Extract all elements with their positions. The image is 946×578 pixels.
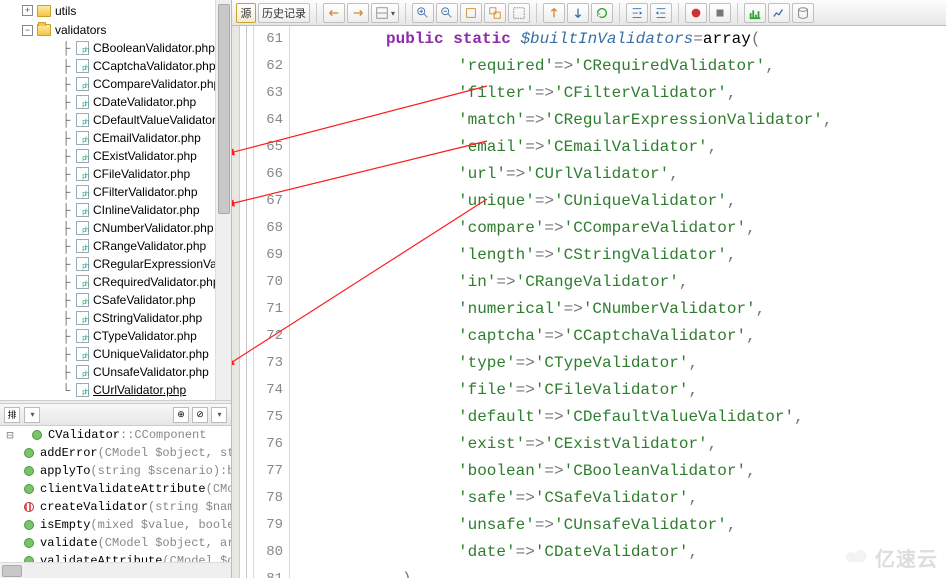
select-icon[interactable] — [508, 3, 530, 23]
tree-file[interactable]: ├CRequiredValidator.php — [0, 273, 231, 291]
option-btn-1[interactable]: ⊕ — [173, 407, 189, 423]
line-gutter: 6162636465666768697071727374757677787980… — [254, 26, 290, 578]
outline-hscrollbar[interactable] — [0, 562, 231, 578]
watermark: 亿速云 — [843, 543, 938, 572]
history-tab[interactable]: 历史记录 — [258, 3, 310, 23]
refresh-icon[interactable] — [591, 3, 613, 23]
option-btn-2[interactable]: ⊘ — [192, 407, 208, 423]
dropdown-button[interactable] — [24, 407, 40, 423]
outline-class[interactable]: ⊟ CValidator::CComponent — [0, 426, 231, 444]
tree-file[interactable]: ├CEmailValidator.php — [0, 129, 231, 147]
tree-file[interactable]: ├CExistValidator.php — [0, 147, 231, 165]
outline-panel[interactable]: ⊟ CValidator::CComponent addError(CModel… — [0, 426, 231, 578]
tree-file[interactable]: ├CRangeValidator.php — [0, 237, 231, 255]
record-icon[interactable] — [685, 3, 707, 23]
up-icon[interactable] — [543, 3, 565, 23]
outline-method[interactable]: createValidator(string $name, C — [0, 498, 231, 516]
tree-file[interactable]: ├CFilterValidator.php — [0, 183, 231, 201]
nav-fwd-icon[interactable] — [347, 3, 369, 23]
project-tree[interactable]: +utils−validators├CBooleanValidator.php├… — [0, 0, 231, 400]
tree-file[interactable]: ├CCaptchaValidator.php — [0, 57, 231, 75]
code-editor[interactable]: 6162636465666768697071727374757677787980… — [232, 26, 946, 578]
toggle-icon[interactable] — [371, 3, 399, 23]
tree-file[interactable]: ├CTypeValidator.php — [0, 327, 231, 345]
tree-file[interactable]: └CUrlValidator.php — [0, 381, 231, 399]
db-icon[interactable] — [792, 3, 814, 23]
chart-icon-1[interactable] — [744, 3, 766, 23]
outline-method[interactable]: applyTo(string $scenario):boole — [0, 462, 231, 480]
option-menu[interactable] — [211, 407, 227, 423]
code-content[interactable]: public static $builtInValidators=array('… — [290, 26, 946, 578]
stop-icon[interactable] — [709, 3, 731, 23]
tree-folder-validators[interactable]: −validators — [0, 21, 231, 39]
down-icon[interactable] — [567, 3, 589, 23]
tree-file[interactable]: ├CFileValidator.php — [0, 165, 231, 183]
outline-method[interactable]: isEmpty(mixed $value, boolean $ — [0, 516, 231, 534]
zoom-out-icon[interactable] — [436, 3, 458, 23]
tree-file[interactable]: ├CInlineValidator.php — [0, 201, 231, 219]
indent-left-icon[interactable] — [626, 3, 648, 23]
outline-method[interactable]: validate(CModel $object, array $ — [0, 534, 231, 552]
tool-icon-2[interactable] — [484, 3, 506, 23]
tree-file[interactable]: ├CRegularExpressionValid — [0, 255, 231, 273]
sort-button[interactable]: 排 — [4, 407, 20, 423]
outline-method[interactable]: addError(CModel $object, string — [0, 444, 231, 462]
tree-file[interactable]: ├CUniqueValidator.php — [0, 345, 231, 363]
indent-right-icon[interactable] — [650, 3, 672, 23]
tree-file[interactable]: ├CUnsafeValidator.php — [0, 363, 231, 381]
tool-icon-1[interactable] — [460, 3, 482, 23]
tree-file[interactable]: ├CSafeValidator.php — [0, 291, 231, 309]
tree-folder-utils[interactable]: +utils — [0, 2, 231, 20]
tree-file[interactable]: ├CStringValidator.php — [0, 309, 231, 327]
chart-icon-2[interactable] — [768, 3, 790, 23]
tree-file[interactable]: ├CNumberValidator.php — [0, 219, 231, 237]
tree-file[interactable]: ├CBooleanValidator.php — [0, 39, 231, 57]
tree-file[interactable]: ├CCompareValidator.php — [0, 75, 231, 93]
nav-back-icon[interactable] — [323, 3, 345, 23]
tree-file[interactable]: ├CDateValidator.php — [0, 93, 231, 111]
editor-toolbar: 源 历史记录 — [232, 0, 946, 26]
tree-scrollbar[interactable] — [215, 0, 231, 400]
outline-toolbar: 排 ⊕ ⊘ — [0, 404, 231, 426]
zoom-in-icon[interactable] — [412, 3, 434, 23]
outline-method[interactable]: clientValidateAttribute(CModel $ — [0, 480, 231, 498]
tree-file[interactable]: ├CDefaultValueValidator — [0, 111, 231, 129]
source-tab[interactable]: 源 — [236, 3, 256, 23]
